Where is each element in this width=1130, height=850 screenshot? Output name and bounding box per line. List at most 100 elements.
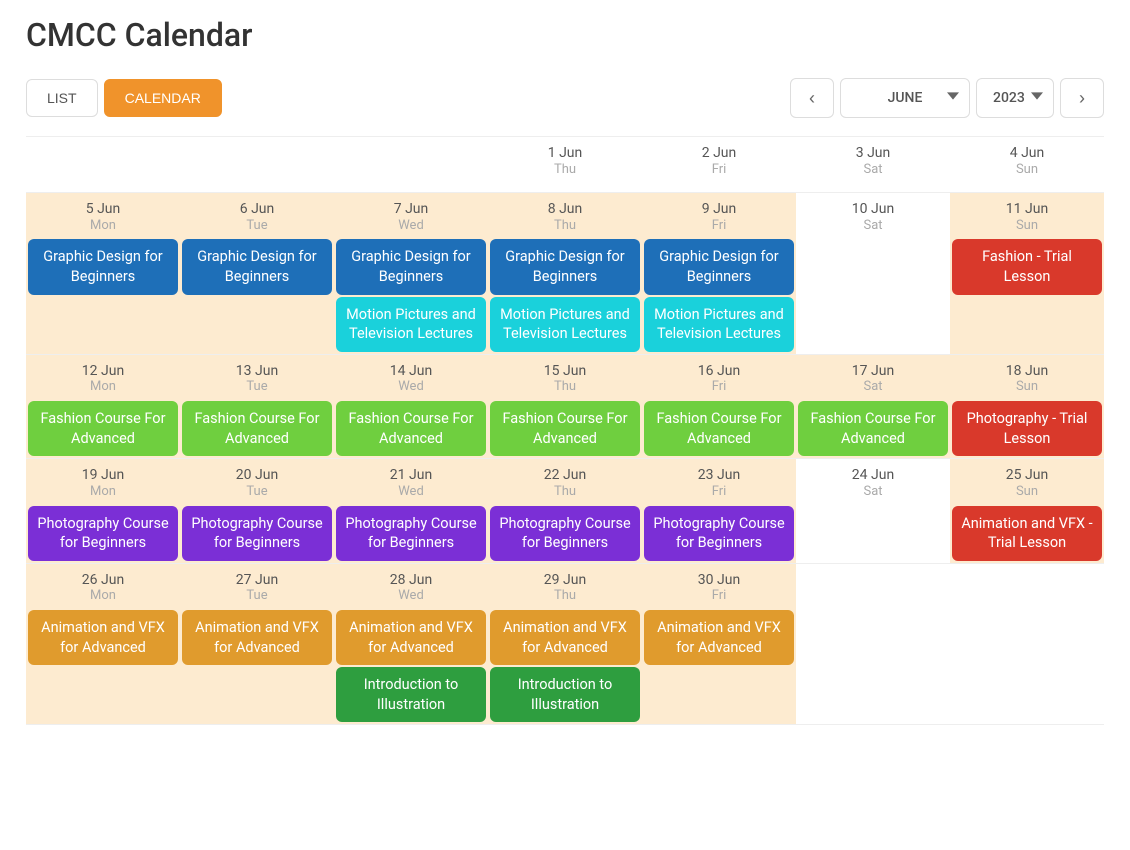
day-cell: 7 JunWedGraphic Design for BeginnersMoti… (334, 193, 488, 355)
events-container: Animation and VFX for AdvancedIntroducti… (334, 610, 488, 724)
day-cell: 27 JunTueAnimation and VFX for Advanced (180, 564, 334, 726)
day-header: 16 JunFri (642, 359, 796, 401)
events-container: Graphic Design for Beginners (26, 239, 180, 296)
event-animation_vfx_advanced[interactable]: Animation and VFX for Advanced (490, 610, 640, 665)
list-view-button[interactable]: LIST (26, 79, 98, 117)
day-date: 13 Jun (180, 363, 334, 380)
month-select-value: JUNE (888, 90, 923, 106)
day-cell: 26 JunMonAnimation and VFX for Advanced (26, 564, 180, 726)
day-date: 30 Jun (642, 572, 796, 589)
event-graphic_design_beginners[interactable]: Graphic Design for Beginners (28, 239, 178, 294)
day-date: 26 Jun (26, 572, 180, 589)
day-header: 20 JunTue (180, 463, 334, 505)
day-header: 17 JunSat (796, 359, 950, 401)
event-animation_vfx_trial[interactable]: Animation and VFX - Trial Lesson (952, 506, 1102, 561)
next-month-button[interactable]: › (1060, 78, 1104, 118)
day-header: 30 JunFri (642, 568, 796, 610)
day-cell: 13 JunTueFashion Course For Advanced (180, 355, 334, 460)
day-dow: Sun (950, 162, 1104, 178)
day-header: 6 JunTue (180, 197, 334, 239)
event-photography_beginners[interactable]: Photography Course for Beginners (28, 506, 178, 561)
event-photography_trial[interactable]: Photography - Trial Lesson (952, 401, 1102, 456)
day-date: 9 Jun (642, 201, 796, 218)
event-motion_pictures_tv[interactable]: Motion Pictures and Television Lectures (644, 297, 794, 352)
day-header: 11 JunSun (950, 197, 1104, 239)
day-cell (796, 564, 950, 726)
event-photography_beginners[interactable]: Photography Course for Beginners (182, 506, 332, 561)
day-date: 18 Jun (950, 363, 1104, 380)
event-animation_vfx_advanced[interactable]: Animation and VFX for Advanced (28, 610, 178, 665)
day-header: 15 JunThu (488, 359, 642, 401)
event-animation_vfx_advanced[interactable]: Animation and VFX for Advanced (644, 610, 794, 665)
day-date: 11 Jun (950, 201, 1104, 218)
event-intro_illustration[interactable]: Introduction to Illustration (490, 667, 640, 722)
chevron-down-icon (1031, 90, 1043, 106)
day-dow: Fri (642, 484, 796, 500)
day-cell: 14 JunWedFashion Course For Advanced (334, 355, 488, 460)
day-date: 21 Jun (334, 467, 488, 484)
day-header: 5 JunMon (26, 197, 180, 239)
event-motion_pictures_tv[interactable]: Motion Pictures and Television Lectures (490, 297, 640, 352)
day-dow: Thu (488, 379, 642, 395)
day-date: 6 Jun (180, 201, 334, 218)
day-header: 7 JunWed (334, 197, 488, 239)
day-header: 13 JunTue (180, 359, 334, 401)
day-header: 9 JunFri (642, 197, 796, 239)
event-graphic_design_beginners[interactable]: Graphic Design for Beginners (644, 239, 794, 294)
event-graphic_design_beginners[interactable]: Graphic Design for Beginners (182, 239, 332, 294)
day-date: 22 Jun (488, 467, 642, 484)
event-fashion_advanced[interactable]: Fashion Course For Advanced (798, 401, 948, 456)
prev-month-button[interactable]: ‹ (790, 78, 834, 118)
day-dow: Fri (642, 588, 796, 604)
day-cell: 21 JunWedPhotography Course for Beginner… (334, 459, 488, 564)
day-cell: 24 JunSat (796, 459, 950, 564)
day-date: 12 Jun (26, 363, 180, 380)
event-fashion_advanced[interactable]: Fashion Course For Advanced (336, 401, 486, 456)
event-graphic_design_beginners[interactable]: Graphic Design for Beginners (336, 239, 486, 294)
events-container: Photography Course for Beginners (26, 506, 180, 563)
day-cell: 15 JunThuFashion Course For Advanced (488, 355, 642, 460)
event-motion_pictures_tv[interactable]: Motion Pictures and Television Lectures (336, 297, 486, 352)
events-container: Animation and VFX for Advanced (180, 610, 334, 667)
day-dow: Sun (950, 218, 1104, 234)
events-container: Photography - Trial Lesson (950, 401, 1104, 458)
events-container: Graphic Design for BeginnersMotion Pictu… (334, 239, 488, 353)
day-cell: 10 JunSat (796, 193, 950, 355)
day-dow: Sun (950, 484, 1104, 500)
event-animation_vfx_advanced[interactable]: Animation and VFX for Advanced (182, 610, 332, 665)
day-date: 5 Jun (26, 201, 180, 218)
day-date: 24 Jun (796, 467, 950, 484)
event-photography_beginners[interactable]: Photography Course for Beginners (644, 506, 794, 561)
day-cell: 11 JunSunFashion - Trial Lesson (950, 193, 1104, 355)
calendar-view-button[interactable]: CALENDAR (104, 79, 222, 117)
day-header: 28 JunWed (334, 568, 488, 610)
event-fashion_advanced[interactable]: Fashion Course For Advanced (490, 401, 640, 456)
day-date: 2 Jun (642, 145, 796, 162)
event-intro_illustration[interactable]: Introduction to Illustration (336, 667, 486, 722)
day-dow: Fri (642, 218, 796, 234)
event-fashion_trial[interactable]: Fashion - Trial Lesson (952, 239, 1102, 294)
day-header: 1 JunThu (488, 141, 642, 183)
day-date: 8 Jun (488, 201, 642, 218)
event-fashion_advanced[interactable]: Fashion Course For Advanced (182, 401, 332, 456)
day-date: 23 Jun (642, 467, 796, 484)
calendar-grid: 1 JunThu2 JunFri3 JunSat4 JunSun5 JunMon… (26, 136, 1104, 725)
month-select[interactable]: JUNE (840, 78, 970, 118)
day-cell (180, 137, 334, 193)
event-photography_beginners[interactable]: Photography Course for Beginners (490, 506, 640, 561)
day-dow: Fri (642, 162, 796, 178)
day-dow: Sat (796, 379, 950, 395)
day-dow: Thu (488, 218, 642, 234)
event-graphic_design_beginners[interactable]: Graphic Design for Beginners (490, 239, 640, 294)
year-select[interactable]: 2023 (976, 78, 1054, 118)
day-date: 10 Jun (796, 201, 950, 218)
event-fashion_advanced[interactable]: Fashion Course For Advanced (644, 401, 794, 456)
event-photography_beginners[interactable]: Photography Course for Beginners (336, 506, 486, 561)
chevron-down-icon (947, 90, 959, 106)
day-dow: Tue (180, 588, 334, 604)
day-date: 4 Jun (950, 145, 1104, 162)
event-fashion_advanced[interactable]: Fashion Course For Advanced (28, 401, 178, 456)
event-animation_vfx_advanced[interactable]: Animation and VFX for Advanced (336, 610, 486, 665)
day-cell: 2 JunFri (642, 137, 796, 193)
day-cell: 20 JunTuePhotography Course for Beginner… (180, 459, 334, 564)
